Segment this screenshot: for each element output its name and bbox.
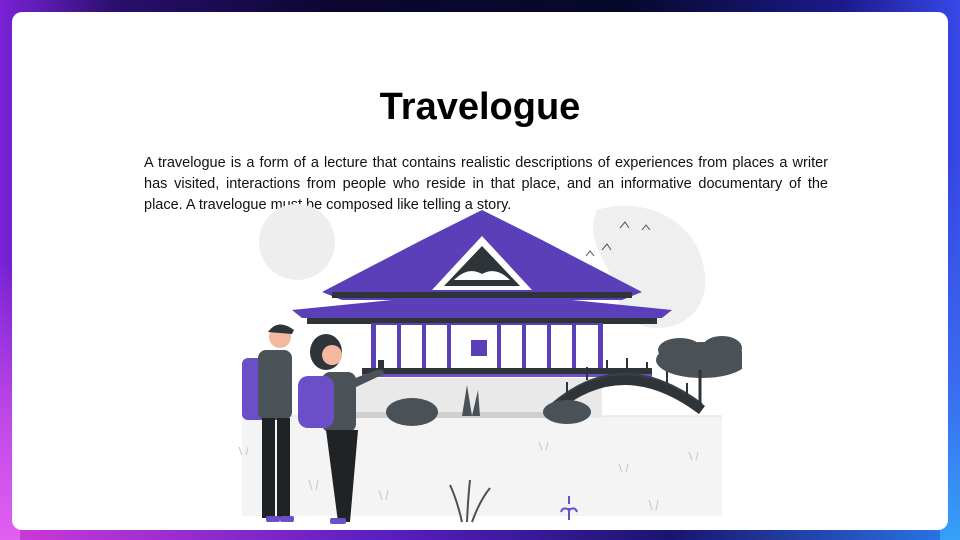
- slide-card: Travelogue A travelogue is a form of a l…: [12, 12, 948, 530]
- travel-illustration: [238, 204, 742, 524]
- slide-title: Travelogue: [379, 86, 581, 128]
